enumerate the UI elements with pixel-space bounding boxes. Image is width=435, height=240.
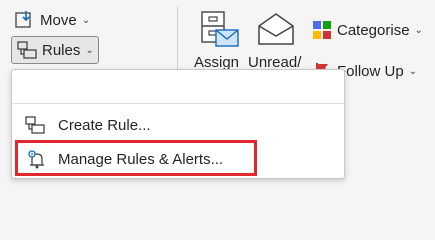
move-label: Move	[40, 11, 77, 29]
chevron-down-icon: ⌄	[408, 65, 418, 77]
assign-button[interactable]: Assign	[192, 8, 240, 71]
categorise-icon	[312, 20, 334, 40]
categorise-label: Categorise	[337, 21, 410, 39]
highlight-annotation-box	[15, 140, 257, 176]
move-button[interactable]: Move ⌄	[14, 8, 90, 32]
create-rule-icon	[24, 115, 46, 135]
chevron-down-icon: ⌄	[414, 24, 423, 36]
ribbon-divider	[177, 6, 178, 70]
menu-item-create-rule[interactable]: Create Rule...	[24, 114, 151, 136]
create-rule-label: Create Rule...	[58, 116, 151, 134]
rules-icon	[16, 40, 38, 60]
categorise-button[interactable]: Categorise ⌄	[312, 18, 423, 42]
followup-label: Follow Up	[337, 62, 404, 80]
envelope-icon	[256, 12, 296, 51]
chevron-down-icon: ⌄	[85, 44, 94, 56]
chevron-down-icon: ⌄	[81, 14, 91, 26]
move-icon	[14, 10, 36, 30]
rules-label: Rules	[42, 41, 81, 59]
assign-icon	[200, 10, 240, 55]
rules-button[interactable]: Rules ⌄	[11, 36, 99, 64]
unread-read-button[interactable]: Unread/	[246, 8, 308, 71]
menu-separator	[12, 103, 344, 104]
